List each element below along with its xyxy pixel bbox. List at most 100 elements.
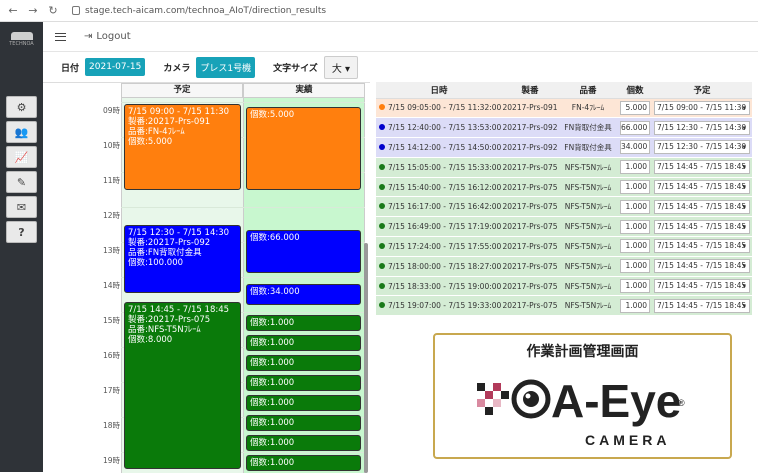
qty-input[interactable]: 1.000 bbox=[620, 160, 650, 175]
hamburger-icon[interactable] bbox=[55, 32, 66, 41]
actual-block[interactable]: 個数:1.000 bbox=[246, 335, 361, 351]
qty-input[interactable]: 1.000 bbox=[620, 279, 650, 294]
plan-cell: 7/15 14:45 - 7/15 18:45 bbox=[652, 295, 752, 317]
seiban-cell: 20217-Prs-091 bbox=[502, 98, 558, 119]
back-icon[interactable]: ← bbox=[6, 4, 20, 17]
actual-block[interactable]: 個数:1.000 bbox=[246, 375, 361, 391]
fontsize-dropdown[interactable]: 大 ▾ bbox=[323, 55, 359, 79]
hour-label: 16時 bbox=[103, 351, 121, 360]
plan-line: 7/15 12:30 - 7/15 14:30 bbox=[128, 228, 230, 238]
actual-block[interactable]: 個数:34.000 bbox=[246, 284, 361, 305]
sidebar-help-button[interactable]: ? bbox=[6, 221, 37, 243]
sidebar-chart-button[interactable]: 📈 bbox=[6, 146, 37, 168]
hour-label: 17時 bbox=[103, 386, 121, 395]
actual-block[interactable]: 個数:1.000 bbox=[246, 415, 361, 431]
plan-select[interactable]: 7/15 14:45 - 7/15 18:45 bbox=[654, 298, 750, 313]
hour-label: 14時 bbox=[103, 281, 121, 290]
plan-select[interactable]: 7/15 14:45 - 7/15 18:45 bbox=[654, 279, 750, 294]
actual-block[interactable]: 個数:66.000 bbox=[246, 230, 361, 273]
plan-block[interactable]: 7/15 14:45 - 7/15 18:45 製番:20217-Prs-075 品… bbox=[124, 302, 241, 469]
time-cell: 7/15 12:40:00 - 7/15 13:53:00 bbox=[376, 117, 502, 139]
actual-block[interactable]: 個数:1.000 bbox=[246, 435, 361, 451]
actual-block[interactable]: 個数:1.000 bbox=[246, 315, 361, 331]
plan-select[interactable]: 7/15 12:30 - 7/15 14:30 bbox=[654, 120, 750, 135]
users-icon: 👥 bbox=[14, 125, 29, 139]
col-header-plan[interactable]: 予定 bbox=[652, 82, 752, 99]
table-row[interactable]: 7/15 15:05:00 - 7/15 15:33:00 20217-Prs-0… bbox=[376, 157, 752, 178]
hour-label: 13時 bbox=[103, 246, 121, 255]
hinban-cell: NFS-T5Nﾌﾚｰﾑ bbox=[558, 295, 618, 317]
sidebar-edit-button[interactable]: ✎ bbox=[6, 171, 37, 193]
hour-label: 12時 bbox=[103, 211, 121, 220]
seiban-cell: 20217-Prs-075 bbox=[502, 157, 558, 178]
table-row[interactable]: 7/15 15:40:00 - 7/15 16:12:00 20217-Prs-0… bbox=[376, 177, 752, 198]
plan-block[interactable]: 7/15 12:30 - 7/15 14:30 製番:20217-Prs-092 品… bbox=[124, 225, 241, 293]
col-header-hinban[interactable]: 品番 bbox=[558, 82, 618, 99]
address-bar[interactable]: stage.tech-aicam.com/technoa_AIoT/direct… bbox=[72, 6, 326, 16]
actual-block[interactable]: 個数:1.000 bbox=[246, 355, 361, 371]
brand-text: A-Eye bbox=[551, 375, 681, 427]
plan-line: 品番:FN背取付金具 bbox=[128, 248, 202, 258]
qty-input[interactable]: 1.000 bbox=[620, 239, 650, 254]
camera-select[interactable]: プレス1号機 bbox=[196, 56, 256, 78]
table-row[interactable]: 7/15 19:07:00 - 7/15 19:33:00 20217-Prs-0… bbox=[376, 295, 752, 317]
table-row[interactable]: 7/15 14:12:00 - 7/15 14:50:00 20217-Prs-0… bbox=[376, 137, 752, 158]
col-header-qty[interactable]: 個数 bbox=[618, 82, 652, 99]
table-row[interactable]: 7/15 18:33:00 - 7/15 19:00:00 20217-Prs-0… bbox=[376, 276, 752, 297]
plan-select[interactable]: 7/15 14:45 - 7/15 18:45 bbox=[654, 219, 750, 234]
plan-select[interactable]: 7/15 14:45 - 7/15 18:45 bbox=[654, 199, 750, 214]
plan-block[interactable]: 7/15 09:00 - 7/15 11:30 製番:20217-Prs-091 品… bbox=[124, 104, 241, 190]
table-row[interactable]: 7/15 18:00:00 - 7/15 18:27:00 20217-Prs-0… bbox=[376, 256, 752, 277]
table-row[interactable]: 7/15 17:24:00 - 7/15 17:55:00 20217-Prs-0… bbox=[376, 236, 752, 257]
hour-label: 19時 bbox=[103, 456, 121, 465]
plan-select[interactable]: 7/15 09:00 - 7/15 11:30 bbox=[654, 100, 750, 115]
plan-select[interactable]: 7/15 12:30 - 7/15 14:30 bbox=[654, 140, 750, 155]
date-label: 日付 bbox=[61, 63, 80, 74]
qty-input[interactable]: 1.000 bbox=[620, 298, 650, 313]
qty-input[interactable]: 1.000 bbox=[620, 259, 650, 274]
actual-block[interactable]: 個数:1.000 bbox=[246, 395, 361, 411]
schedule-scrollbar[interactable] bbox=[364, 243, 368, 473]
plan-select[interactable]: 7/15 14:45 - 7/15 18:45 bbox=[654, 259, 750, 274]
actual-header: 実績 bbox=[243, 83, 365, 98]
plan-line: 製番:20217-Prs-092 bbox=[128, 238, 211, 248]
actual-block[interactable]: 個数:1.000 bbox=[246, 455, 361, 471]
qty-input[interactable]: 66.000 bbox=[620, 120, 650, 135]
qty-cell: 1.000 bbox=[618, 177, 652, 198]
table-row[interactable]: 7/15 16:17:00 - 7/15 16:42:00 20217-Prs-0… bbox=[376, 196, 752, 218]
plan-line: 個数:5.000 bbox=[128, 137, 173, 147]
sidebar-settings-button[interactable]: ⚙ bbox=[6, 96, 37, 118]
qty-input[interactable]: 1.000 bbox=[620, 180, 650, 195]
date-picker[interactable]: 2021-07-15 bbox=[85, 58, 146, 76]
forward-icon[interactable]: → bbox=[26, 4, 40, 17]
banner-title: 作業計画管理画面 bbox=[526, 344, 639, 360]
qty-input[interactable]: 5.000 bbox=[620, 100, 650, 115]
plan-cell: 7/15 14:45 - 7/15 18:45 bbox=[652, 157, 752, 178]
table-row[interactable]: 7/15 09:05:00 - 7/15 11:32:00 20217-Prs-0… bbox=[376, 98, 752, 119]
area-chart-icon: 📈 bbox=[14, 150, 29, 164]
filter-bar: 日付 2021-07-15 カメラ プレス1号機 文字サイズ 大 ▾ bbox=[43, 55, 359, 79]
actual-block[interactable]: 個数:5.000 bbox=[246, 107, 361, 190]
plan-line: 個数:100.000 bbox=[128, 258, 184, 268]
plan-select[interactable]: 7/15 14:45 - 7/15 18:45 bbox=[654, 160, 750, 175]
seiban-cell: 20217-Prs-075 bbox=[502, 236, 558, 257]
logout-link[interactable]: ⇥ Logout bbox=[84, 31, 131, 42]
hinban-cell: NFS-T5Nﾌﾚｰﾑ bbox=[558, 256, 618, 277]
time-cell: 7/15 14:12:00 - 7/15 14:50:00 bbox=[376, 137, 502, 158]
col-header-seiban[interactable]: 製番 bbox=[502, 82, 558, 99]
plan-select[interactable]: 7/15 14:45 - 7/15 18:45 bbox=[654, 239, 750, 254]
plan-select[interactable]: 7/15 14:45 - 7/15 18:45 bbox=[654, 180, 750, 195]
sidebar-mail-button[interactable]: ✉ bbox=[6, 196, 37, 218]
reload-icon[interactable]: ↻ bbox=[46, 4, 60, 17]
table-row[interactable]: 7/15 12:40:00 - 7/15 13:53:00 20217-Prs-0… bbox=[376, 117, 752, 139]
table-row[interactable]: 7/15 16:49:00 - 7/15 17:19:00 20217-Prs-0… bbox=[376, 216, 752, 238]
qty-input[interactable]: 1.000 bbox=[620, 219, 650, 234]
qty-input[interactable]: 1.000 bbox=[620, 199, 650, 214]
col-header-time[interactable]: 日時 bbox=[376, 82, 502, 99]
sidebar-users-button[interactable]: 👥 bbox=[6, 121, 37, 143]
hour-label: 11時 bbox=[103, 176, 121, 185]
time-cell: 7/15 19:07:00 - 7/15 19:33:00 bbox=[376, 295, 502, 317]
hinban-cell: NFS-T5Nﾌﾚｰﾑ bbox=[558, 216, 618, 238]
time-cell: 7/15 16:49:00 - 7/15 17:19:00 bbox=[376, 216, 502, 238]
qty-input[interactable]: 34.000 bbox=[620, 140, 650, 155]
